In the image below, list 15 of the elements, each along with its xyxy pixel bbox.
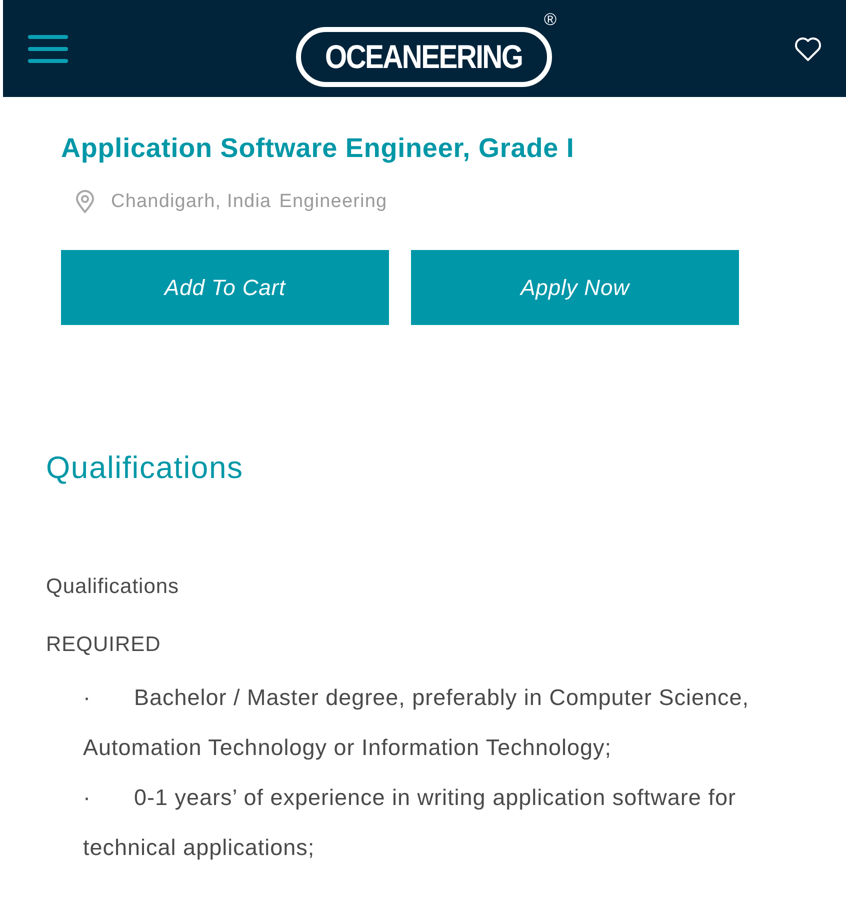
job-title: Application Software Engineer, Grade I (61, 133, 576, 164)
list-item: · 0-1 years’ of experience in writing application software for technical applications; (83, 784, 737, 862)
registered-mark: ® (544, 10, 557, 30)
section-heading: Qualifications (46, 450, 244, 486)
add-to-cart-button[interactable]: Add To Cart (61, 250, 389, 325)
heart-icon[interactable] (794, 36, 822, 62)
list-item: · Bachelor / Master degree, preferably in Computer Science, Automation Technology or Information Technology; (83, 684, 750, 762)
apply-button[interactable]: Apply Now (411, 250, 739, 325)
job-location: Chandigarh, India (111, 191, 272, 213)
logo[interactable]: OCEANEERING (296, 27, 552, 87)
menu-icon[interactable] (28, 34, 68, 64)
body-text: Qualifications (46, 574, 180, 600)
location-pin-icon (75, 190, 95, 214)
job-category: Engineering (279, 191, 388, 213)
body-text: REQUIRED (46, 632, 162, 658)
